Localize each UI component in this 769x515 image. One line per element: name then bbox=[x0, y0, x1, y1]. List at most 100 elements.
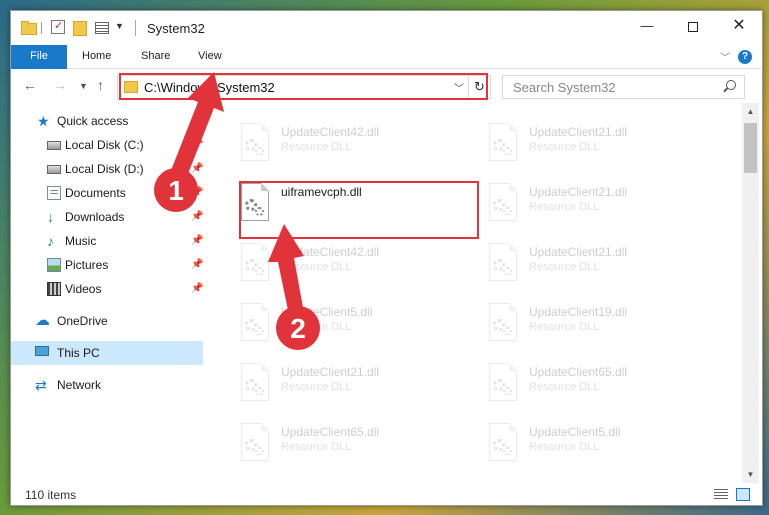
sidebar-item-this-pc[interactable]: This PC bbox=[11, 341, 203, 365]
dll-file-icon bbox=[237, 423, 269, 463]
view-icon[interactable] bbox=[95, 20, 109, 34]
sidebar-item-documents[interactable]: Documents 📌 bbox=[11, 181, 203, 205]
pin-icon[interactable]: 📌 bbox=[191, 277, 203, 301]
file-item[interactable]: UpdateClient65.dll Resource DLL bbox=[217, 417, 453, 473]
details-view-icon[interactable] bbox=[714, 489, 728, 500]
large-icons-view-icon[interactable] bbox=[736, 488, 750, 501]
sidebar-item-network[interactable]: ⇄ Network bbox=[11, 373, 203, 397]
sidebar-item-quick-access[interactable]: ★ Quick access bbox=[11, 109, 203, 133]
up-arrow-icon[interactable]: ↑ bbox=[97, 77, 104, 93]
file-name: UpdateClient65.dll bbox=[281, 425, 380, 439]
vertical-scrollbar[interactable]: ▲ ▼ bbox=[742, 103, 759, 483]
file-item[interactable]: UpdateClient21.dll Resource DLL bbox=[465, 237, 701, 293]
navigation-bar: ← → ▼ ↑ C:\Windows\System32 ﹀ ↻ Search S… bbox=[11, 69, 762, 103]
pin-icon[interactable]: 📌 bbox=[191, 181, 203, 205]
minimize-button[interactable]: — bbox=[624, 11, 670, 41]
maximize-icon bbox=[688, 21, 698, 32]
file-type: Resource DLL bbox=[529, 381, 600, 393]
file-item[interactable]: UpdateClient42.dll Resource DLL bbox=[217, 237, 453, 293]
file-type: Resource DLL bbox=[529, 261, 600, 273]
customize-toolbar-chevron-icon[interactable]: ▼ bbox=[115, 21, 124, 31]
pin-icon[interactable]: 📌 bbox=[191, 133, 203, 157]
search-input[interactable]: Search System32 bbox=[513, 80, 616, 95]
file-name: UpdateClient21.dll bbox=[529, 185, 628, 199]
tab-file[interactable]: File bbox=[11, 45, 67, 69]
back-arrow-icon[interactable]: ← bbox=[23, 77, 37, 93]
sidebar-item-label: Network bbox=[57, 378, 102, 392]
address-bar-highlight bbox=[119, 73, 488, 100]
scroll-down-icon[interactable]: ▼ bbox=[742, 466, 759, 483]
recent-locations-chevron-icon[interactable]: ▼ bbox=[79, 81, 88, 91]
window-title: System32 bbox=[147, 21, 205, 36]
pin-icon[interactable]: 📌 bbox=[191, 253, 203, 277]
item-count: 110 items bbox=[25, 488, 77, 502]
sidebar-item-label: Music bbox=[65, 234, 97, 248]
file-type: Resource DLL bbox=[281, 141, 352, 153]
maximize-button[interactable] bbox=[670, 11, 716, 41]
scroll-up-icon[interactable]: ▲ bbox=[742, 103, 759, 120]
dll-file-icon bbox=[485, 183, 517, 223]
dll-file-icon bbox=[237, 303, 269, 343]
sidebar-item-label: Local Disk (C:) bbox=[65, 138, 144, 152]
file-item[interactable]: UpdateClient21.dll Resource DLL bbox=[217, 357, 453, 413]
file-item[interactable]: UpdateClient65.dll Resource DLL bbox=[465, 357, 701, 413]
expand-ribbon-chevron-icon[interactable]: ﹀ bbox=[720, 49, 730, 64]
sidebar-item-videos[interactable]: Videos 📌 bbox=[11, 277, 203, 301]
sidebar-item-downloads[interactable]: ↓ Downloads 📌 bbox=[11, 205, 203, 229]
file-name: UpdateClient19.dll bbox=[529, 305, 628, 319]
file-name: UpdateClient42.dll bbox=[281, 245, 380, 259]
close-button[interactable]: ✕ bbox=[716, 11, 762, 41]
dll-file-icon bbox=[237, 243, 269, 283]
status-bar: 110 items bbox=[11, 483, 762, 505]
dll-file-icon bbox=[237, 123, 269, 163]
sidebar-item-music[interactable]: ♪ Music 📌 bbox=[11, 229, 203, 253]
file-item[interactable]: UpdateClient5.dll Resource DLL bbox=[465, 417, 701, 473]
properties-icon[interactable] bbox=[51, 19, 65, 34]
navigation-pane: ★ Quick access Local Disk (C:) 📌 Local D… bbox=[11, 103, 207, 483]
drive-icon bbox=[47, 141, 61, 150]
file-name: UpdateClient5.dll bbox=[529, 425, 621, 439]
help-icon[interactable]: ? bbox=[738, 50, 752, 64]
sidebar-item-label: Quick access bbox=[57, 114, 129, 128]
file-item[interactable]: UpdateClient21.dll Resource DLL bbox=[465, 117, 701, 173]
tab-home[interactable]: Home bbox=[82, 45, 111, 69]
file-name: UpdateClient5.dll bbox=[281, 305, 373, 319]
onedrive-icon: ☁ bbox=[35, 312, 50, 329]
file-item[interactable]: UpdateClient5.dll Resource DLL bbox=[217, 297, 453, 353]
title-separator bbox=[135, 20, 136, 36]
pin-icon[interactable]: 📌 bbox=[191, 157, 203, 181]
quick-access-separator bbox=[41, 22, 42, 34]
tab-share[interactable]: Share bbox=[141, 45, 170, 69]
ribbon-tabs: File Home Share View ﹀ ? bbox=[11, 45, 762, 69]
folder-icon bbox=[21, 20, 37, 35]
file-type: Resource DLL bbox=[281, 321, 352, 333]
sidebar-item-onedrive[interactable]: ☁ OneDrive bbox=[11, 309, 203, 333]
file-type: Resource DLL bbox=[529, 201, 600, 213]
sidebar-item-label: This PC bbox=[57, 346, 100, 360]
forward-arrow-icon[interactable]: → bbox=[53, 77, 67, 93]
search-box[interactable]: Search System32 bbox=[502, 75, 745, 99]
file-type: Resource DLL bbox=[281, 381, 352, 393]
tab-view[interactable]: View bbox=[198, 45, 222, 69]
dll-file-icon bbox=[485, 303, 517, 343]
pin-icon[interactable]: 📌 bbox=[191, 205, 203, 229]
file-name: UpdateClient65.dll bbox=[529, 365, 628, 379]
new-folder-icon[interactable] bbox=[73, 20, 87, 36]
sidebar-item-local-disk-c[interactable]: Local Disk (C:) 📌 bbox=[11, 133, 203, 157]
file-item[interactable]: UpdateClient21.dll Resource DLL bbox=[465, 177, 701, 233]
dll-file-icon bbox=[485, 423, 517, 463]
scroll-thumb[interactable] bbox=[744, 123, 757, 173]
sidebar-item-local-disk-d[interactable]: Local Disk (D:) 📌 bbox=[11, 157, 203, 181]
download-icon: ↓ bbox=[47, 209, 54, 225]
search-icon[interactable] bbox=[726, 80, 736, 90]
file-item[interactable]: UpdateClient19.dll Resource DLL bbox=[465, 297, 701, 353]
sidebar-item-pictures[interactable]: Pictures 📌 bbox=[11, 253, 203, 277]
title-bar: ▼ System32 — ✕ bbox=[11, 11, 762, 45]
drive-icon bbox=[47, 165, 61, 174]
file-name: UpdateClient21.dll bbox=[529, 125, 628, 139]
file-type: Resource DLL bbox=[529, 441, 600, 453]
pin-icon[interactable]: 📌 bbox=[191, 229, 203, 253]
file-type: Resource DLL bbox=[529, 141, 600, 153]
file-item[interactable]: UpdateClient42.dll Resource DLL bbox=[217, 117, 453, 173]
file-name: UpdateClient42.dll bbox=[281, 125, 380, 139]
